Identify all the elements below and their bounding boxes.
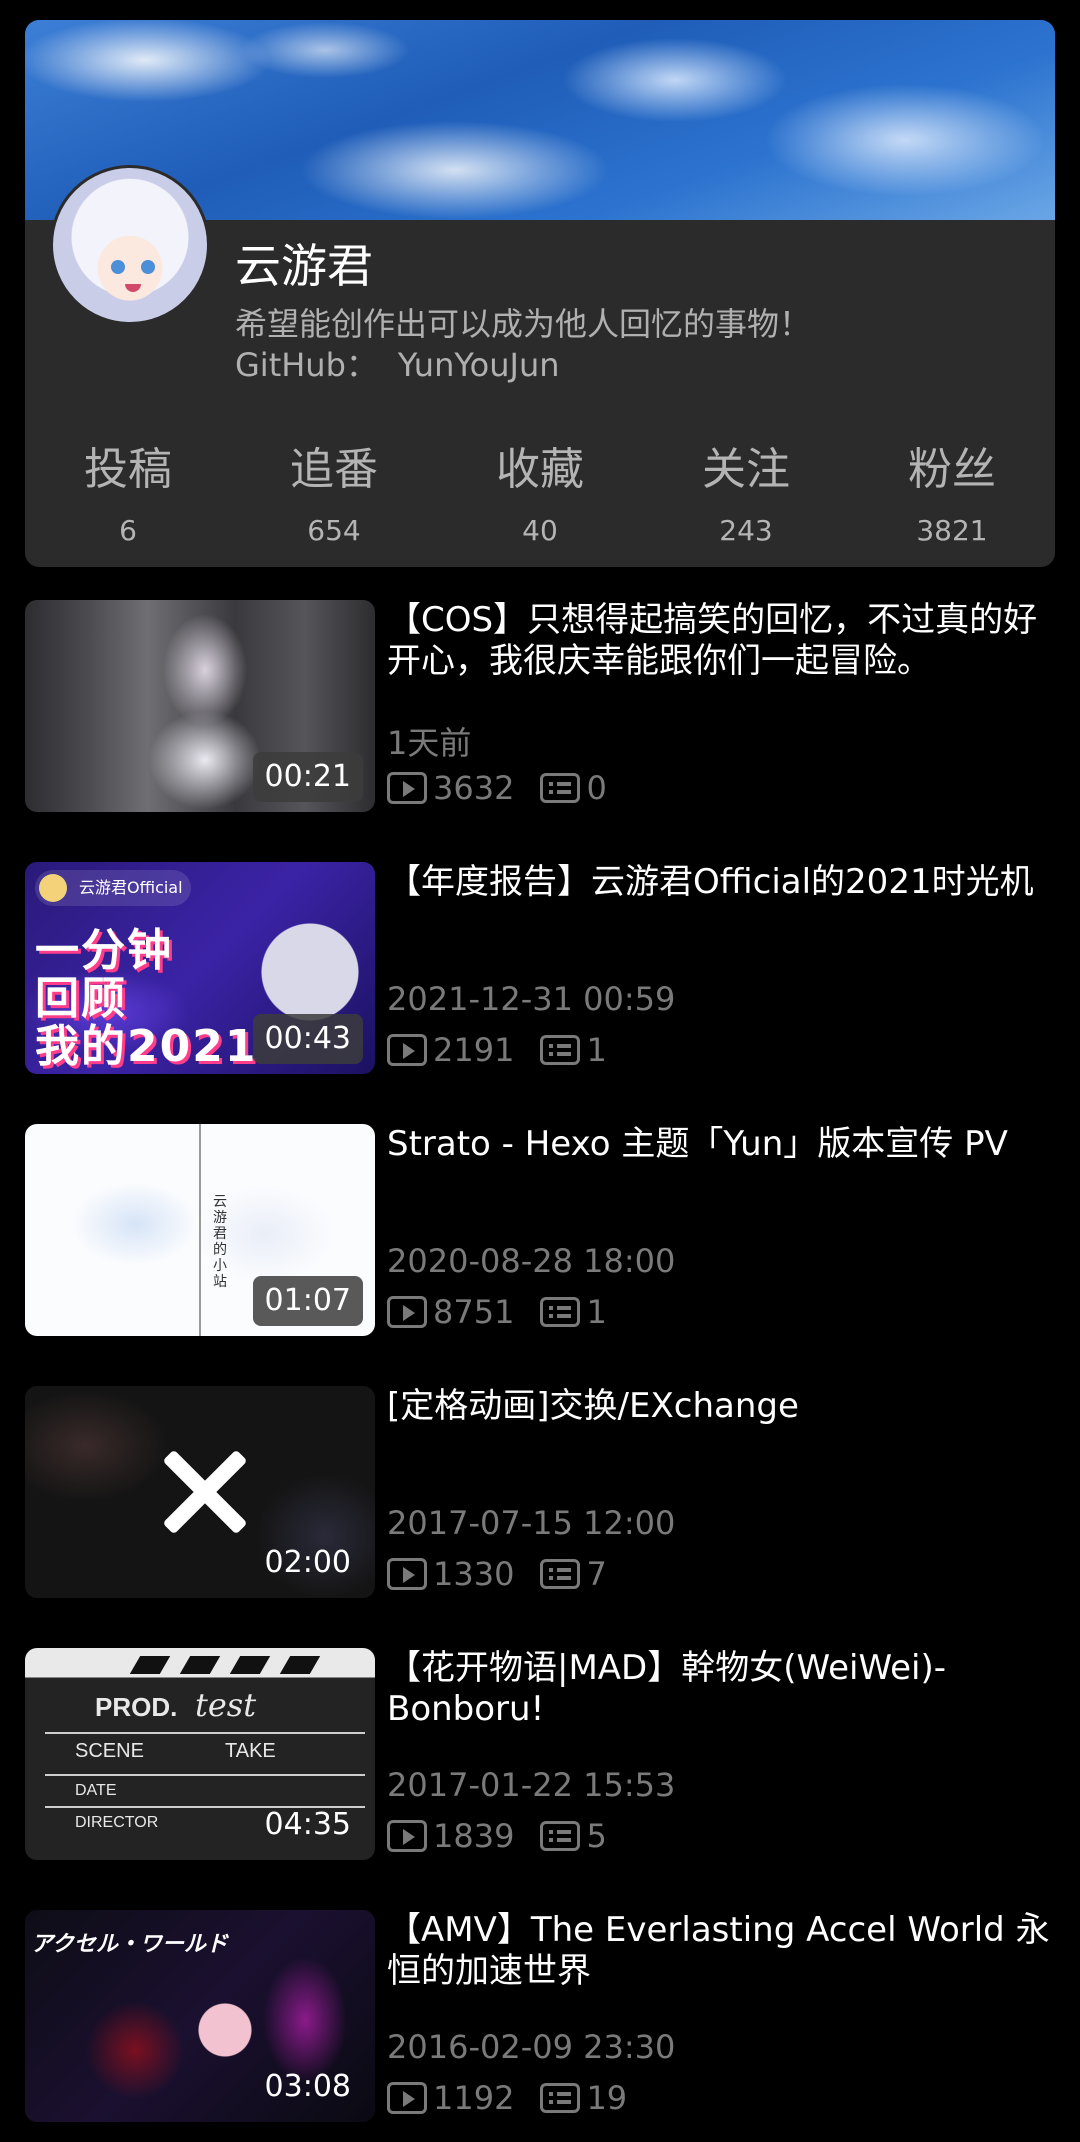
- profile-github: GitHub： YunYouJun: [235, 340, 560, 386]
- slate-take: TAKE: [225, 1740, 276, 1762]
- stat-favorites[interactable]: 收藏 40: [437, 440, 643, 547]
- video-duration: 02:00: [264, 1545, 351, 1580]
- play-count: 8751: [433, 1293, 515, 1331]
- play-count-icon: [387, 2082, 427, 2114]
- comment-count-icon: [540, 2083, 581, 2113]
- play-count-icon: [387, 1034, 427, 1066]
- video-title[interactable]: 【AMV】The Everlasting Accel World 永恒的加速世界: [387, 1910, 1055, 1992]
- video-duration: 00:43: [252, 1014, 363, 1064]
- video-item[interactable]: 02:00 [定格动画]交换/EXchange 2017-07-15 12:00…: [25, 1386, 1055, 1598]
- stat-value: 654: [307, 514, 361, 547]
- video-meta: 1839 5: [387, 1816, 607, 1856]
- thumbnail-divider: [199, 1124, 201, 1336]
- slate-date: DATE: [75, 1782, 117, 1799]
- stat-following[interactable]: 关注 243: [643, 440, 849, 547]
- thumbnail-channel-badge: 云游君Official: [35, 870, 191, 906]
- stat-label: 粉丝: [908, 444, 996, 495]
- video-title[interactable]: [定格动画]交换/EXchange: [387, 1386, 1055, 1427]
- comment-count: 0: [586, 769, 607, 807]
- stat-value: 3821: [916, 514, 988, 547]
- github-label: GitHub：: [235, 346, 378, 384]
- stat-label: 收藏: [496, 444, 584, 495]
- video-meta: 3632 0: [387, 768, 607, 808]
- play-count: 2191: [433, 1031, 515, 1069]
- close-icon: [159, 1446, 251, 1538]
- stat-label: 关注: [702, 444, 790, 495]
- stat-submissions[interactable]: 投稿 6: [25, 440, 231, 547]
- video-thumbnail[interactable]: PROD. test SCENE TAKE DATE DIRECTOR 04:3…: [25, 1648, 375, 1860]
- slate-prod: PROD.: [95, 1692, 178, 1722]
- play-count: 1192: [433, 2079, 515, 2117]
- comment-count: 1: [586, 1293, 607, 1331]
- stat-label: 投稿: [84, 444, 172, 495]
- play-count-icon: [387, 1296, 427, 1328]
- video-duration: 03:08: [264, 2069, 351, 2104]
- video-item[interactable]: 云游君Official 一分钟 回顾 我的2021 00:43 【年度报告】云游…: [25, 862, 1055, 1074]
- video-date: 2020-08-28 18:00: [387, 1242, 676, 1280]
- comment-count: 1: [586, 1031, 607, 1069]
- comment-count-icon: [540, 1821, 581, 1851]
- video-duration: 00:21: [252, 752, 363, 802]
- stat-label: 追番: [290, 444, 378, 495]
- video-item[interactable]: 云游君的小站 01:07 Strato - Hexo 主题「Yun」版本宣传 P…: [25, 1124, 1055, 1336]
- thumbnail-text: アクセル・ワールド: [31, 1932, 228, 1957]
- avatar[interactable]: [50, 165, 210, 325]
- video-date: 2017-07-15 12:00: [387, 1504, 676, 1542]
- comment-count-icon: [540, 1035, 581, 1065]
- video-date: 1天前: [387, 724, 472, 762]
- comment-count-icon: [540, 1559, 581, 1589]
- slate-director: DIRECTOR: [75, 1814, 159, 1831]
- video-meta: 1330 7: [387, 1554, 607, 1594]
- video-thumbnail[interactable]: 云游君的小站 01:07: [25, 1124, 375, 1336]
- comment-count: 19: [586, 2079, 628, 2117]
- thumbnail-text: 我的2021: [35, 1021, 258, 1072]
- video-title[interactable]: Strato - Hexo 主题「Yun」版本宣传 PV: [387, 1124, 1055, 1165]
- video-date: 2021-12-31 00:59: [387, 980, 676, 1018]
- profile-bio: 希望能创作出可以成为他人回忆的事物！: [235, 305, 812, 343]
- username: 云游君: [235, 239, 373, 293]
- github-username[interactable]: YunYouJun: [398, 346, 560, 384]
- comment-count: 7: [586, 1555, 607, 1593]
- video-thumbnail[interactable]: 云游君Official 一分钟 回顾 我的2021 00:43: [25, 862, 375, 1074]
- slate-scene: SCENE: [75, 1740, 144, 1762]
- video-meta: 8751 1: [387, 1292, 607, 1332]
- video-thumbnail[interactable]: アクセル・ワールド 03:08: [25, 1910, 375, 2122]
- comment-count-icon: [540, 1297, 581, 1327]
- play-count: 1330: [433, 1555, 515, 1593]
- video-meta: 1192 19: [387, 2078, 627, 2118]
- profile-stats: 投稿 6 追番 654 收藏 40 关注 243 粉丝 3821: [25, 440, 1055, 547]
- play-count-icon: [387, 1558, 427, 1590]
- video-item[interactable]: 00:21 【COS】只想得起搞笑的回忆，不过真的好开心，我很庆幸能跟你们一起冒…: [25, 600, 1055, 812]
- video-duration: 04:35: [264, 1807, 351, 1842]
- video-meta: 2191 1: [387, 1030, 607, 1070]
- play-count: 3632: [433, 769, 515, 807]
- video-title[interactable]: 【花开物语|MAD】幹物女(WeiWei)-Bonboru!: [387, 1648, 1055, 1730]
- video-title[interactable]: 【COS】只想得起搞笑的回忆，不过真的好开心，我很庆幸能跟你们一起冒险。: [387, 600, 1055, 682]
- video-date: 2016-02-09 23:30: [387, 2028, 676, 2066]
- play-count-icon: [387, 772, 427, 804]
- video-thumbnail[interactable]: 00:21: [25, 600, 375, 812]
- video-item[interactable]: PROD. test SCENE TAKE DATE DIRECTOR 04:3…: [25, 1648, 1055, 1860]
- video-item[interactable]: アクセル・ワールド 03:08 【AMV】The Everlasting Acc…: [25, 1910, 1055, 2122]
- video-duration: 01:07: [252, 1276, 363, 1326]
- stat-bangumi[interactable]: 追番 654: [231, 440, 437, 547]
- stat-followers[interactable]: 粉丝 3821: [849, 440, 1055, 547]
- play-count-icon: [387, 1820, 427, 1852]
- stat-value: 243: [719, 514, 773, 547]
- profile-card: 云游君 希望能创作出可以成为他人回忆的事物！ GitHub： YunYouJun …: [25, 20, 1055, 567]
- slate-handwritten: test: [195, 1686, 257, 1724]
- stat-value: 6: [119, 514, 137, 547]
- video-date: 2017-01-22 15:53: [387, 1766, 676, 1804]
- comment-count: 5: [586, 1817, 607, 1855]
- thumbnail-text: 云游君的小站: [213, 1194, 227, 1290]
- video-title[interactable]: 【年度报告】云游君Official的2021时光机: [387, 862, 1055, 903]
- comment-count-icon: [540, 773, 581, 803]
- video-thumbnail[interactable]: 02:00: [25, 1386, 375, 1598]
- play-count: 1839: [433, 1817, 515, 1855]
- stat-value: 40: [522, 514, 558, 547]
